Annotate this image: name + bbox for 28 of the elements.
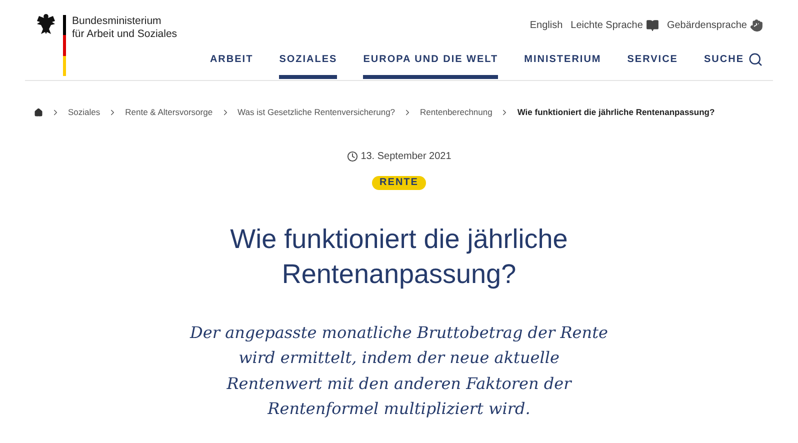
nav-tab[interactable]: SERVICE bbox=[627, 52, 678, 79]
book-icon bbox=[646, 19, 659, 32]
eagle-icon bbox=[35, 12, 57, 36]
breadcrumb-link[interactable]: Was ist Gesetzliche Rentenversicherung? bbox=[238, 106, 396, 119]
breadcrumb-link[interactable]: Soziales bbox=[68, 106, 100, 119]
topic-tag[interactable]: RENTE bbox=[372, 176, 426, 190]
search-button[interactable]: SUCHE bbox=[704, 52, 763, 79]
nav-tab[interactable]: SOZIALES bbox=[279, 52, 338, 79]
chevron-icon bbox=[51, 108, 60, 117]
article-teaser: Der angepasste monatliche Bruttobetrag der Rente wird ermittelt, indem der neue aktuelle Rentenwert mit den anderen Faktoren der Rentenformel multipliziert wird. bbox=[189, 322, 609, 420]
article-date: 13. September 2021 bbox=[360, 150, 452, 164]
logo-text: für Arbeit und Soziales bbox=[72, 28, 178, 41]
search-icon bbox=[748, 52, 763, 67]
breadcrumb-link[interactable]: Rente & Altersvorsorge bbox=[125, 106, 213, 119]
clock-icon bbox=[346, 150, 358, 162]
nav-tab[interactable]: MINISTERIUM bbox=[524, 52, 602, 79]
flag-bar bbox=[63, 15, 66, 76]
service-link[interactable]: Leichte Sprache bbox=[570, 18, 659, 33]
service-link[interactable]: English bbox=[530, 18, 563, 33]
home-icon[interactable] bbox=[34, 108, 43, 117]
breadcrumb-link[interactable]: Rentenberechnung bbox=[420, 106, 492, 119]
service-link[interactable]: Gebärdensprache bbox=[666, 18, 763, 33]
article-title: Wie funktioniert die jährliche Rentenanpassung? bbox=[229, 222, 569, 291]
nav-tab[interactable]: ARBEIT bbox=[210, 52, 254, 79]
logo-text: Bundesministerium bbox=[72, 15, 162, 28]
nav-tab[interactable]: EUROPA UND DIE WELT bbox=[363, 52, 498, 79]
hand-icon bbox=[750, 19, 763, 32]
breadcrumb-link[interactable]: Wie funktioniert die jährliche Rentenanpassung? bbox=[517, 106, 715, 119]
